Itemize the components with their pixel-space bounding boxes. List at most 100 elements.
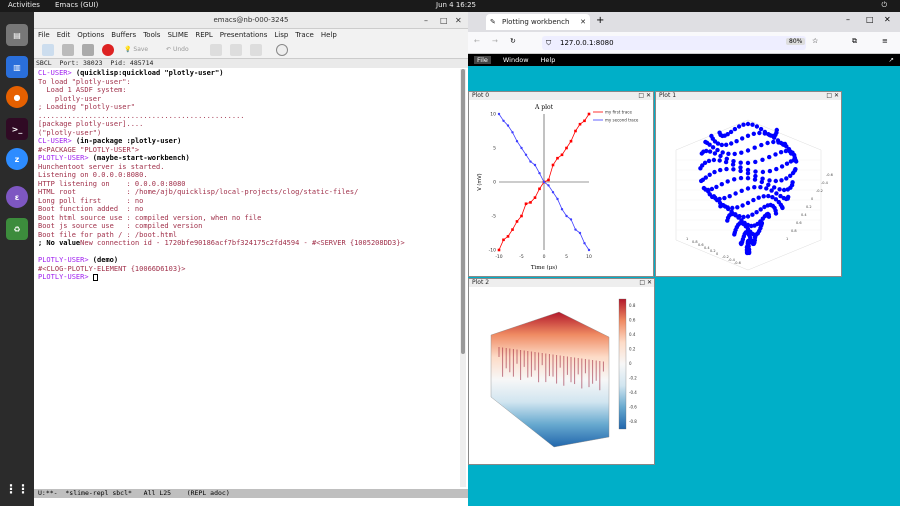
shield-icon[interactable]: ⛉: [546, 36, 551, 50]
close-icon[interactable]: ✕: [455, 12, 462, 29]
repl-text: (quicklisp:quickload "plotly-user"): [75, 69, 224, 77]
emacs-icon[interactable]: ε: [6, 186, 28, 208]
menu-options[interactable]: Options: [77, 31, 104, 39]
data-point: [745, 200, 751, 206]
3d-surface-chart[interactable]: 0.8 0.6 0.4 0.2 0 -0.2 -0.4 -0.6 -0.8: [469, 287, 654, 464]
clog-menu-window[interactable]: Window: [503, 56, 529, 64]
data-point: [754, 210, 759, 215]
browser-close-icon[interactable]: ✕: [884, 15, 891, 24]
plot-window-titlebar[interactable]: Plot 2 □ ✕: [469, 279, 654, 287]
data-point: [551, 191, 555, 194]
save-button[interactable]: 💡 Save: [124, 46, 148, 53]
menu-buffers[interactable]: Buffers: [111, 31, 136, 39]
repl-text: Long poll first : no: [38, 196, 144, 205]
tab-title: Plotting workbench: [502, 18, 570, 26]
search-icon[interactable]: [276, 44, 288, 56]
forward-icon[interactable]: →: [492, 37, 498, 45]
data-point: [787, 149, 792, 154]
firefox-icon[interactable]: ●: [6, 86, 28, 108]
menu-help[interactable]: Help: [321, 31, 337, 39]
plot-window-controls-icon[interactable]: □ ✕: [639, 279, 652, 287]
data-point: [764, 186, 769, 191]
menu-lisp[interactable]: Lisp: [274, 31, 288, 39]
3d-scatter-chart[interactable]: 1 10.80.80.60.60.40.40.20.200-0.2-0.2-0.4…: [656, 100, 841, 276]
close-buffer-icon[interactable]: [102, 44, 114, 56]
popout-icon[interactable]: ↗: [889, 56, 894, 64]
libreoffice-writer-icon[interactable]: ▥: [6, 56, 28, 78]
menu-presentations[interactable]: Presentations: [220, 31, 268, 39]
trash-icon[interactable]: ♻: [6, 218, 28, 240]
data-point: [739, 150, 744, 155]
surface-body: [490, 311, 610, 448]
paste-icon[interactable]: [250, 44, 262, 56]
data-point: [733, 191, 738, 196]
new-file-icon[interactable]: [42, 44, 54, 56]
repl-line: Hunchentoot server is started.: [38, 163, 458, 172]
plot-window-0[interactable]: Plot 0 □ ✕ A plot -10 -5 0 5 10 10 5 0 -5 -10 Time (…: [468, 91, 654, 277]
repl-text: ("plotly-user"): [38, 128, 102, 137]
data-point: [565, 214, 568, 218]
repl-text: ; Loading "plotly-user": [38, 103, 135, 111]
menu-file[interactable]: File: [38, 31, 50, 39]
url-field[interactable]: ⛉ 127.0.0.1:8080: [542, 36, 806, 50]
emacs-scrollbar[interactable]: [460, 69, 466, 487]
undo-button[interactable]: ↶ Undo: [166, 46, 189, 53]
extensions-icon[interactable]: ⧉: [852, 37, 857, 46]
terminal-icon[interactable]: >_: [6, 118, 28, 140]
open-directory-icon[interactable]: [82, 44, 94, 56]
data-point: [738, 175, 744, 181]
plot-window-titlebar[interactable]: Plot 1 □ ✕: [656, 92, 841, 100]
activities-button[interactable]: Activities: [8, 1, 40, 9]
plot-window-controls-icon[interactable]: □ ✕: [638, 92, 651, 100]
data-point: [729, 141, 734, 146]
menu-slime[interactable]: SLIME: [167, 31, 188, 39]
menu-trace[interactable]: Trace: [295, 31, 314, 39]
menu-hamburger-icon[interactable]: ≡: [882, 37, 888, 45]
browser-tab[interactable]: ✎ Plotting workbench ✕: [486, 14, 590, 30]
plot-window-2[interactable]: Plot 2 □ ✕ 0.8 0.6 0.4 0.2 0 -0.2 -0.4 -0.6 -0.8: [468, 278, 655, 465]
menu-edit[interactable]: Edit: [57, 31, 71, 39]
repl-text: HTML root : /home/ajb/quicklisp/local-pr…: [38, 188, 359, 196]
reload-icon[interactable]: ↻: [510, 37, 516, 45]
data-point: [781, 187, 787, 193]
menu-repl[interactable]: REPL: [195, 31, 212, 39]
plot-window-controls-icon[interactable]: □ ✕: [826, 92, 839, 100]
data-point: [762, 131, 767, 136]
data-point: [725, 179, 730, 184]
open-file-icon[interactable]: [62, 44, 74, 56]
cut-icon[interactable]: [210, 44, 222, 56]
system-tray[interactable]: ⏻: [881, 1, 892, 10]
emacs-titlebar[interactable]: emacs@nb-000-3245 – □ ✕: [34, 12, 468, 29]
app-grid-icon[interactable]: ⋮⋮: [5, 478, 29, 500]
browser-maximize-icon[interactable]: □: [866, 15, 874, 24]
data-point: [725, 218, 730, 223]
zoom-level[interactable]: 80%: [786, 38, 806, 45]
clog-menu-file[interactable]: File: [474, 56, 491, 64]
minimize-icon[interactable]: –: [424, 12, 428, 29]
menu-tools[interactable]: Tools: [143, 31, 160, 39]
repl-line: ("plotly-user"): [38, 129, 458, 138]
repl-text: (in-package :plotly-user): [75, 137, 182, 145]
clog-menu-help[interactable]: Help: [541, 56, 556, 64]
plot-window-titlebar[interactable]: Plot 0 □ ✕: [469, 92, 653, 100]
bookmark-star-icon[interactable]: ☆: [812, 37, 818, 45]
maximize-icon[interactable]: □: [440, 12, 448, 29]
tick-label: 1: [686, 237, 688, 241]
zoom-icon[interactable]: z: [6, 148, 28, 170]
files-icon[interactable]: ▤: [6, 24, 28, 46]
tab-favicon-icon: ✎: [490, 18, 496, 26]
line-chart[interactable]: A plot -10 -5 0 5 10 10 5 0 -5 -10 Time (μs) V (mV) m…: [469, 100, 653, 276]
plot-window-1[interactable]: Plot 1 □ ✕ 1 1 0.8 0.8 0.6 0.6 0.4 0.4 0.2 0.2 0 0 -0…: [655, 91, 842, 277]
slime-repl-buffer[interactable]: CL-USER> (quicklisp:quickload "plotly-us…: [34, 69, 458, 487]
emacs-scroll-thumb[interactable]: [461, 69, 465, 354]
back-icon[interactable]: ←: [474, 37, 480, 45]
browser-minimize-icon[interactable]: –: [846, 15, 850, 24]
data-point: [780, 141, 786, 147]
new-tab-icon[interactable]: +: [596, 15, 604, 26]
data-point: [723, 159, 729, 165]
active-app-name[interactable]: Emacs (GUI): [55, 1, 98, 9]
clock[interactable]: Jun 4 16:25: [436, 1, 476, 9]
copy-icon[interactable]: [230, 44, 242, 56]
tab-close-icon[interactable]: ✕: [580, 14, 586, 30]
data-point: [778, 150, 784, 155]
